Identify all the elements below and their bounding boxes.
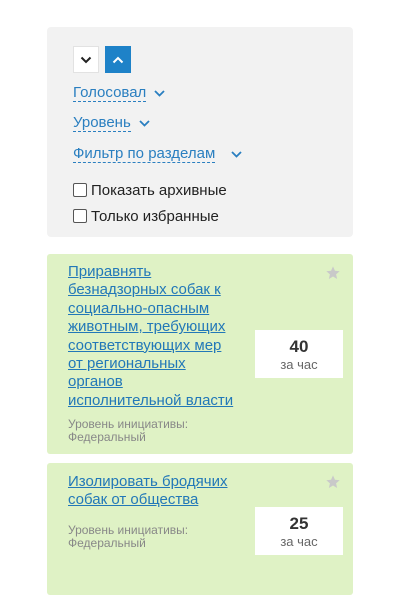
voted-dropdown-label: Голосовал — [73, 84, 147, 102]
initiative-level: Уровень инициативы: Федеральный — [68, 524, 188, 550]
initiative-level-value: Федеральный — [68, 536, 146, 550]
show-archived-checkbox-row[interactable]: Показать архивные — [73, 181, 227, 199]
chevron-up-icon — [112, 56, 124, 63]
chevron-down-icon — [154, 89, 165, 97]
chevron-down-icon — [80, 56, 92, 63]
voted-dropdown[interactable]: Голосовал — [73, 83, 165, 103]
initiative-card: Изолировать бродячих собак от общества У… — [47, 463, 353, 595]
signature-rate-value: 25 — [289, 514, 309, 533]
only-favorites-checkbox-row[interactable]: Только избранные — [73, 207, 219, 225]
favorite-star-icon[interactable] — [325, 265, 341, 281]
initiative-level: Уровень инициативы: Федеральный — [68, 418, 188, 444]
only-favorites-checkbox[interactable] — [73, 209, 87, 223]
initiative-level-value: Федеральный — [68, 430, 146, 444]
section-filter-dropdown[interactable]: Фильтр по разделам — [73, 144, 242, 164]
signature-rate-unit: за час — [280, 534, 318, 549]
initiative-card: Приравнять безнадзорных собак к социальн… — [47, 254, 353, 454]
signature-rate-value: 40 — [289, 337, 309, 356]
sort-descending-button[interactable] — [73, 46, 99, 73]
show-archived-checkbox[interactable] — [73, 183, 87, 197]
signature-rate: 40 за час — [255, 330, 343, 378]
signature-rate-unit: за час — [280, 357, 318, 372]
filter-panel: Голосовал Уровень Фильтр по разделам Пок… — [47, 27, 353, 237]
initiative-title-link[interactable]: Изолировать бродячих собак от общества — [68, 473, 238, 510]
chevron-down-icon — [139, 119, 150, 127]
section-filter-dropdown-label: Фильтр по разделам — [73, 145, 216, 163]
chevron-down-icon — [231, 150, 242, 158]
only-favorites-label: Только избранные — [91, 207, 219, 225]
initiative-title-link[interactable]: Приравнять безнадзорных собак к социальн… — [68, 263, 238, 410]
show-archived-label: Показать архивные — [91, 181, 227, 199]
sort-ascending-button[interactable] — [105, 46, 131, 73]
signature-rate: 25 за час — [255, 507, 343, 555]
level-dropdown[interactable]: Уровень — [73, 113, 150, 133]
favorite-star-icon[interactable] — [325, 474, 341, 490]
level-dropdown-label: Уровень — [73, 114, 131, 132]
